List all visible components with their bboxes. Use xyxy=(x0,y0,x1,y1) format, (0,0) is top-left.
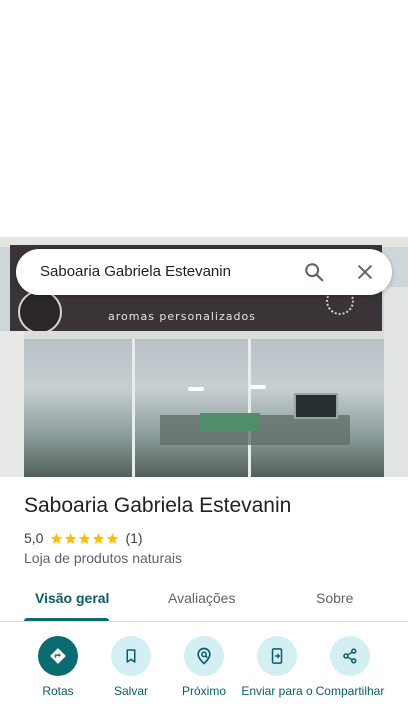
store-logo xyxy=(18,290,62,334)
rating-stars xyxy=(50,532,120,545)
right-pillar xyxy=(384,287,408,477)
place-category: Loja de produtos naturais xyxy=(24,550,182,566)
tab-reviews[interactable]: Avaliações xyxy=(168,590,235,606)
search-icon[interactable] xyxy=(299,257,329,287)
nearby-label: Próximo xyxy=(181,684,226,698)
glass-frame xyxy=(248,339,251,477)
glass-frame xyxy=(132,339,135,477)
active-tab-indicator xyxy=(24,618,109,621)
save-label: Salvar xyxy=(113,684,148,698)
nearby-button[interactable]: Próximo xyxy=(166,636,242,699)
directions-button[interactable]: Rotas xyxy=(20,636,96,699)
tab-bar: Visão geral Avaliações Sobre xyxy=(0,578,408,622)
close-icon[interactable] xyxy=(350,257,380,287)
bookmark-icon xyxy=(111,636,151,676)
search-query[interactable]: Saboaria Gabriela Estevanin xyxy=(40,263,231,280)
review-count[interactable]: (1) xyxy=(125,530,142,546)
directions-label: Rotas xyxy=(42,684,74,698)
send-to-phone-label: Enviar para o xyxy=(241,684,313,698)
send-to-phone-icon xyxy=(257,636,297,676)
sign-text: aromas personalizados xyxy=(108,310,256,323)
save-button[interactable]: Salvar xyxy=(93,636,169,699)
left-pillar xyxy=(0,331,24,477)
share-button[interactable]: Compartilhar xyxy=(312,636,388,699)
star-icon xyxy=(51,532,63,544)
store-screen xyxy=(294,393,338,419)
place-title: Saboaria Gabriela Estevanin xyxy=(24,494,292,517)
star-icon xyxy=(79,532,91,544)
share-label: Compartilhar xyxy=(315,684,385,698)
awning xyxy=(6,331,386,339)
tab-about[interactable]: Sobre xyxy=(316,590,353,606)
ceiling-light xyxy=(188,387,204,391)
rating-row[interactable]: 5,0 (1) xyxy=(24,529,143,547)
star-icon xyxy=(107,532,119,544)
tab-overview[interactable]: Visão geral xyxy=(35,590,109,606)
nearby-icon xyxy=(184,636,224,676)
send-to-phone-button[interactable]: Enviar para o xyxy=(239,636,315,699)
directions-icon xyxy=(38,636,78,676)
search-bar[interactable]: Saboaria Gabriela Estevanin xyxy=(16,249,392,295)
rating-value: 5,0 xyxy=(24,530,44,546)
star-icon xyxy=(65,532,77,544)
share-icon xyxy=(330,636,370,676)
star-icon xyxy=(93,532,105,544)
action-bar: Rotas Salvar Próximo Enviar para o Compa… xyxy=(0,636,408,714)
ceiling-light xyxy=(250,385,266,389)
store-banner xyxy=(200,413,260,431)
